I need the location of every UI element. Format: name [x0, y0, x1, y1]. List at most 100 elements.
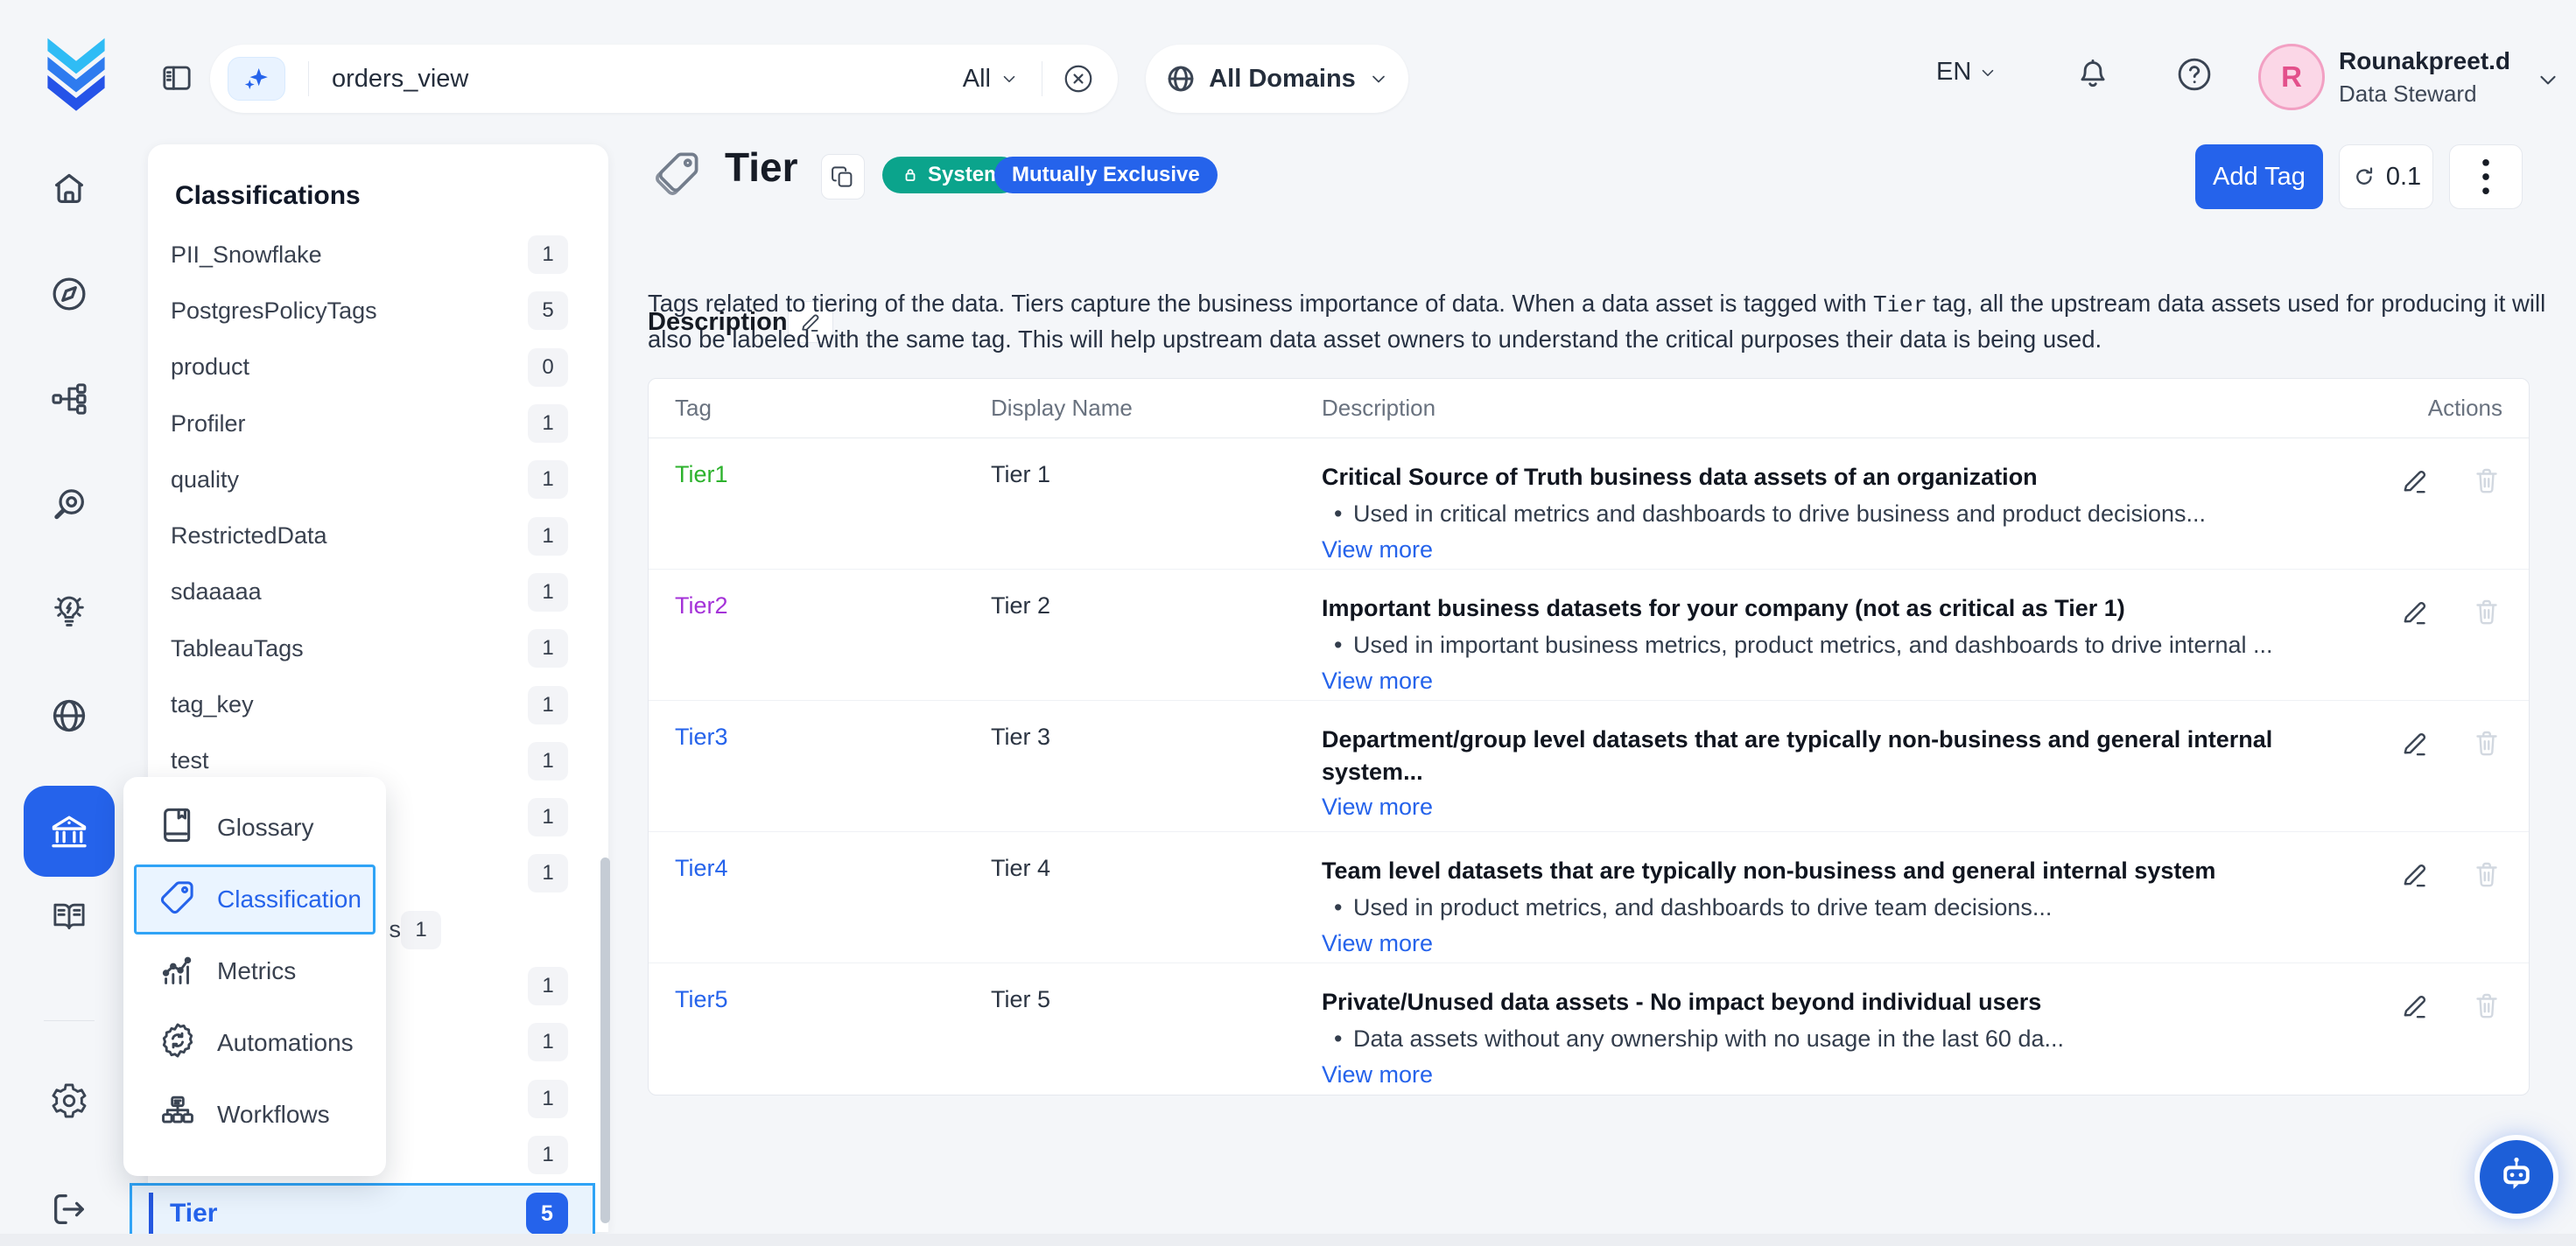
popup-item-metrics[interactable]: Metrics [134, 936, 376, 1006]
delete-trash-icon[interactable] [2471, 596, 2502, 630]
search-scope-dropdown[interactable]: All [963, 65, 1019, 94]
edit-pencil-icon[interactable] [2399, 596, 2431, 630]
delete-trash-icon[interactable] [2471, 990, 2502, 1024]
version-value: 0.1 [2386, 163, 2421, 192]
classification-name: tag_key [171, 691, 528, 718]
avatar-initial: R [2281, 60, 2302, 94]
panel-scrollbar[interactable] [600, 858, 610, 1223]
clear-search-icon[interactable] [1062, 62, 1095, 95]
tag-link[interactable]: Tier2 [675, 592, 728, 619]
classification-name: PostgresPolicyTags [171, 298, 528, 325]
notifications-bell-icon[interactable] [2073, 54, 2113, 97]
edit-pencil-icon[interactable] [2399, 858, 2431, 892]
classification-list-item[interactable]: RestrictedData 1 [148, 508, 608, 564]
classification-count-badge: 1 [528, 1023, 568, 1061]
display-name-cell: Tier 5 [991, 963, 1322, 1095]
nav-lineage-icon[interactable] [49, 379, 89, 419]
chevron-down-icon [1368, 68, 1389, 89]
view-more-link[interactable]: View more [1322, 930, 1433, 957]
classification-count-badge: 1 [528, 404, 568, 443]
column-header-tag: Tag [675, 395, 991, 422]
all-domains-label: All Domains [1209, 65, 1356, 94]
popup-item-glossary[interactable]: Glossary [134, 793, 376, 863]
tag-link[interactable]: Tier3 [675, 724, 728, 750]
classification-count-badge: 0 [528, 348, 568, 387]
description-title: Important business datasets for your com… [1322, 592, 2336, 625]
display-name-cell: Tier 1 [991, 438, 1322, 569]
tag-link[interactable]: Tier4 [675, 855, 728, 881]
lock-icon [900, 164, 921, 186]
tag-link[interactable]: Tier5 [675, 986, 728, 1012]
popup-item-workflows[interactable]: Workflows [134, 1080, 376, 1150]
classification-list-item[interactable]: Profiler 1 [148, 396, 608, 452]
view-more-link[interactable]: View more [1322, 536, 1433, 564]
classification-list-item[interactable]: PII_Snowflake 1 [148, 227, 608, 283]
nav-discover-compass-icon[interactable] [49, 274, 89, 314]
nav-logout-icon[interactable] [49, 1189, 89, 1229]
chevron-down-icon [1000, 69, 1019, 88]
classification-list-item[interactable]: tag_key 1 [148, 676, 608, 732]
language-selector[interactable]: EN [1936, 58, 1997, 87]
edit-pencil-icon[interactable] [2399, 990, 2431, 1024]
nav-insights-bulb-icon[interactable] [49, 591, 89, 631]
delete-trash-icon[interactable] [2471, 858, 2502, 892]
classification-icon [158, 877, 198, 923]
nav-web-globe-icon[interactable] [49, 696, 89, 736]
edit-pencil-icon[interactable] [2399, 465, 2431, 499]
classification-name: RestrictedData [171, 522, 528, 550]
edit-pencil-icon[interactable] [2399, 727, 2431, 761]
system-badge-label: System [928, 163, 1002, 187]
global-search[interactable]: orders_view All [210, 45, 1118, 113]
workflows-icon [158, 1092, 198, 1138]
table-row: Tier4 Tier 4 Team level datasets that ar… [649, 832, 2529, 963]
popup-item-automations[interactable]: Automations [134, 1008, 376, 1078]
user-menu-chevron-icon[interactable] [2535, 66, 2561, 95]
classification-list-item[interactable]: product 0 [148, 340, 608, 396]
view-more-link[interactable]: View more [1322, 668, 1433, 695]
nav-governance-active[interactable] [24, 786, 115, 877]
search-input[interactable]: orders_view [332, 65, 963, 94]
language-value: EN [1936, 58, 1971, 87]
automations-icon [158, 1020, 198, 1067]
classification-count-badge: 1 [528, 1080, 568, 1118]
classification-count-badge: 1 [528, 742, 568, 780]
table-header: Tag Display Name Description Actions [649, 379, 2529, 438]
more-options-kebab-icon[interactable] [2449, 144, 2523, 209]
version-button[interactable]: 0.1 [2339, 144, 2433, 209]
classification-list-item[interactable]: quality 1 [148, 452, 608, 508]
nav-home-icon[interactable] [49, 168, 89, 208]
classification-list-item[interactable]: sdaaaaa 1 [148, 564, 608, 620]
display-name-cell: Tier 4 [991, 832, 1322, 962]
ai-sparkles-icon[interactable] [228, 57, 285, 101]
tag-link[interactable]: Tier1 [675, 461, 728, 487]
view-more-link[interactable]: View more [1322, 1061, 1433, 1088]
popup-item-classification[interactable]: Classification [134, 864, 376, 934]
classifications-title: Classifications [175, 181, 361, 211]
help-icon[interactable] [2174, 54, 2215, 97]
classification-list-item[interactable]: PostgresPolicyTags 5 [148, 283, 608, 339]
view-more-link[interactable]: View more [1322, 794, 1433, 821]
nav-settings-gear-icon[interactable] [49, 1081, 89, 1121]
classification-name: PII_Snowflake [171, 242, 528, 269]
classification-name: quality [171, 466, 528, 494]
add-tag-button[interactable]: Add Tag [2195, 144, 2323, 209]
classification-count-badge: 1 [528, 1136, 568, 1174]
classification-list-item[interactable]: TableauTags 1 [148, 620, 608, 676]
description-title: Team level datasets that are typically n… [1322, 855, 2336, 887]
description-bullet: Used in critical metrics and dashboards … [1322, 497, 2336, 531]
glossary-icon [158, 805, 198, 851]
globe-icon [1165, 63, 1197, 94]
classification-name: Tier [170, 1199, 526, 1228]
nav-profile-search-icon[interactable] [49, 485, 89, 525]
delete-trash-icon[interactable] [2471, 727, 2502, 761]
copy-icon[interactable] [821, 154, 865, 200]
delete-trash-icon[interactable] [2471, 465, 2502, 499]
nav-reference-book-icon[interactable] [49, 897, 89, 937]
metrics-icon [158, 948, 198, 995]
classification-count-badge: 1 [528, 573, 568, 612]
all-domains-button[interactable]: All Domains [1146, 45, 1408, 113]
classification-count-badge: 1 [528, 854, 568, 892]
user-avatar[interactable]: R [2258, 44, 2325, 110]
sidebar-toggle-icon[interactable] [158, 60, 196, 98]
chat-assistant-bot-button[interactable] [2480, 1140, 2553, 1214]
